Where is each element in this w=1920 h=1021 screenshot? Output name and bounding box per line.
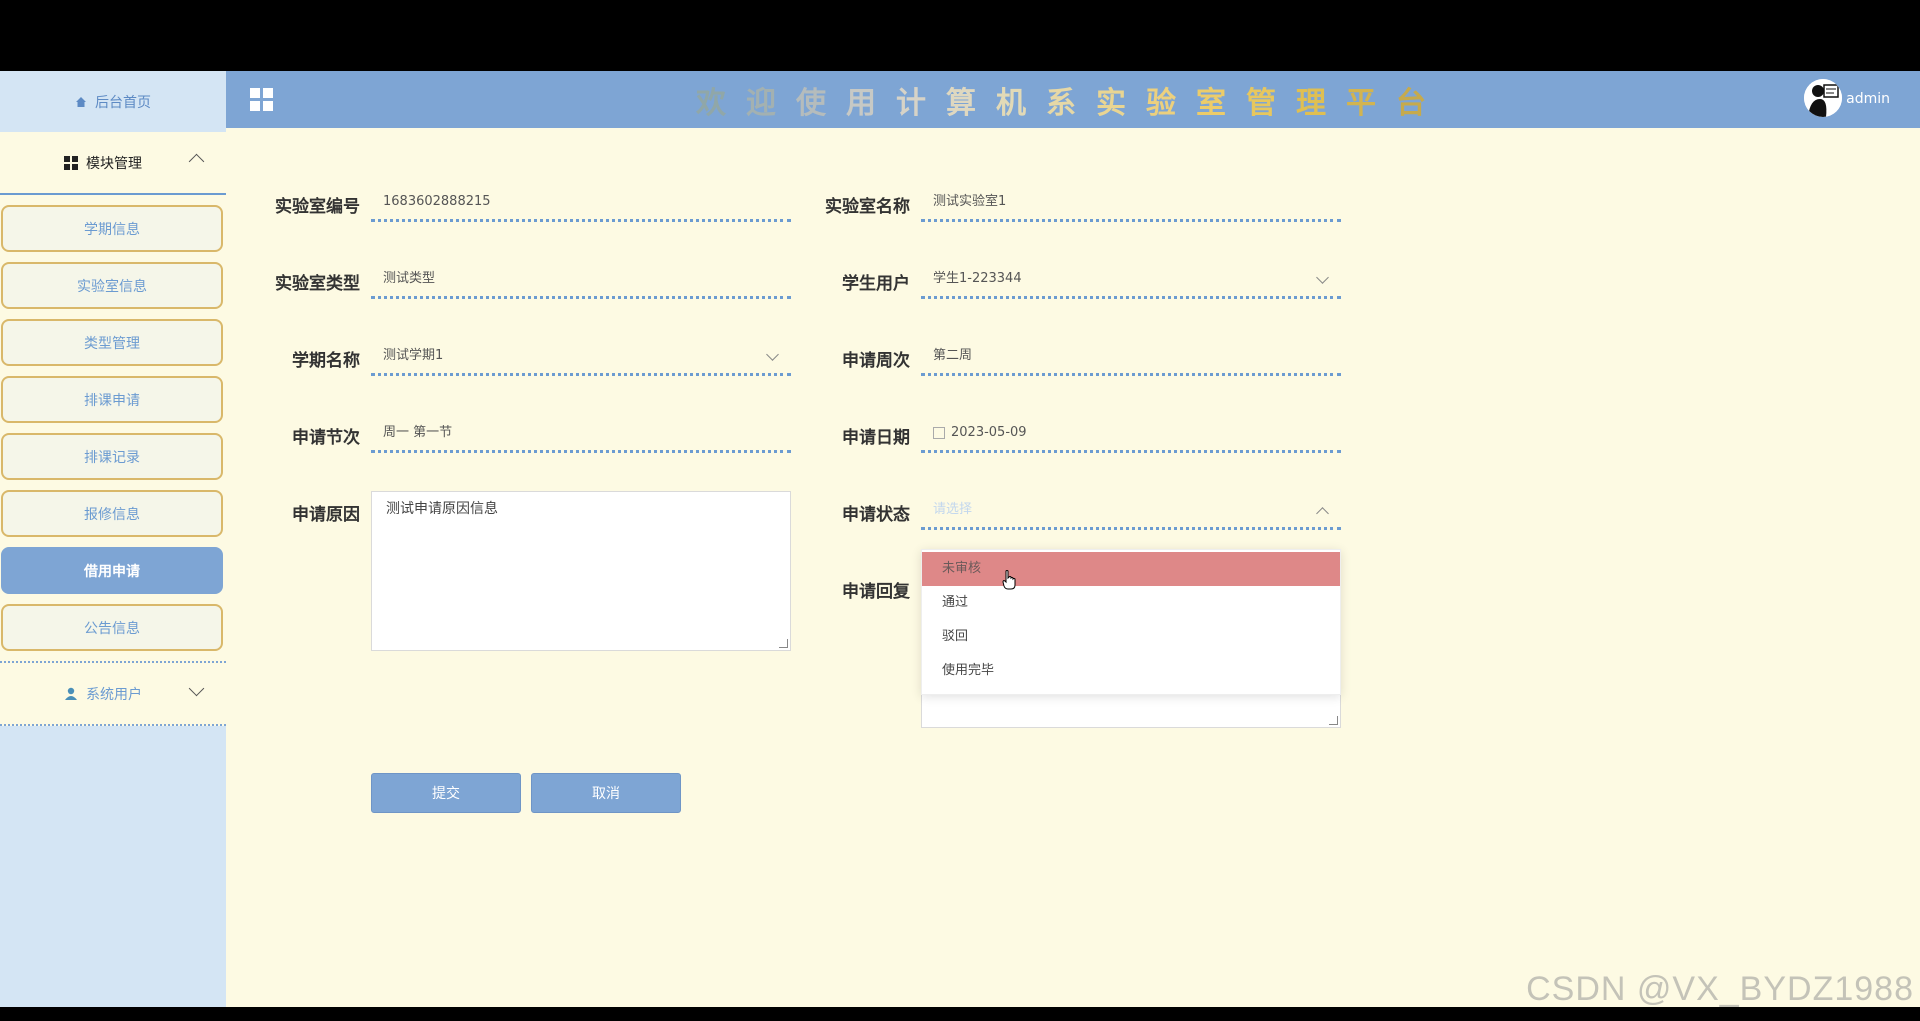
week-value: 第二周 <box>933 348 973 363</box>
reply-label: 申请回复 <box>842 582 910 602</box>
title-char: 平 <box>1346 85 1396 121</box>
title-char: 管 <box>1246 85 1296 121</box>
status-option-pending[interactable]: 未审核 <box>922 552 1340 586</box>
sidebar-item-term[interactable]: 学期信息 <box>1 205 223 252</box>
module-grid-icon <box>64 155 78 170</box>
session-label: 申请节次 <box>292 428 360 448</box>
lab-type-field[interactable]: 测试类型 <box>371 261 791 299</box>
submit-button[interactable]: 提交 <box>371 773 521 813</box>
lab-type-value: 测试类型 <box>383 271 436 286</box>
module-management-label: 模块管理 <box>86 155 142 172</box>
chevron-down-icon <box>766 348 779 361</box>
session-field[interactable]: 周一 第一节 <box>371 415 791 453</box>
calendar-icon <box>933 426 945 439</box>
system-users-label: 系统用户 <box>86 686 142 703</box>
avatar-image <box>1804 79 1842 117</box>
term-select[interactable]: 测试学期1 <box>371 338 791 376</box>
date-picker[interactable]: 2023-05-09 <box>921 415 1341 453</box>
reason-label: 申请原因 <box>292 505 360 525</box>
top-black-bar <box>0 0 1920 71</box>
title-char: 验 <box>1146 85 1196 121</box>
sidebar: 后台首页 模块管理 学期信息 实验室信息 类型管理 排课申请 排课记录 报修信息… <box>0 71 226 1007</box>
term-label: 学期名称 <box>292 351 360 371</box>
sidebar-item-borrow-apply[interactable]: 借用申请 <box>1 547 223 594</box>
home-icon <box>76 96 86 107</box>
status-option-finished[interactable]: 使用完毕 <box>922 654 1340 688</box>
sidebar-item-schedule-apply[interactable]: 排课申请 <box>1 376 223 423</box>
title-char: 迎 <box>746 85 796 121</box>
status-option-approved[interactable]: 通过 <box>922 586 1340 620</box>
module-management-header[interactable]: 模块管理 <box>0 132 226 195</box>
title-char: 算 <box>946 85 996 121</box>
student-select[interactable]: 学生1-223344 <box>921 261 1341 299</box>
hand-cursor-icon <box>1002 570 1016 590</box>
chevron-up-icon <box>1316 507 1329 520</box>
status-dropdown: 未审核 通过 驳回 使用完毕 <box>921 549 1341 695</box>
title-char: 用 <box>846 85 896 121</box>
date-label: 申请日期 <box>842 428 910 448</box>
student-value: 学生1-223344 <box>933 271 1022 286</box>
sidebar-home-label: 后台首页 <box>95 94 151 111</box>
status-label: 申请状态 <box>842 505 910 525</box>
apps-grid-icon[interactable] <box>250 88 273 111</box>
lab-name-field[interactable]: 测试实验室1 <box>921 184 1341 222</box>
user-icon <box>65 687 77 700</box>
module-menu: 学期信息 实验室信息 类型管理 排课申请 排课记录 报修信息 借用申请 公告信息 <box>0 195 226 663</box>
bottom-black-bar <box>0 1007 1920 1021</box>
title-char: 理 <box>1296 85 1346 121</box>
status-select[interactable]: 请选择 <box>921 492 1341 530</box>
week-label: 申请周次 <box>842 351 910 371</box>
title-char: 欢 <box>696 85 746 121</box>
title-char: 计 <box>896 85 946 121</box>
system-users-header[interactable]: 系统用户 <box>0 663 226 726</box>
watermark: CSDN @VX_BYDZ1988 <box>1526 970 1914 1008</box>
lab-name-value: 测试实验室1 <box>933 194 1007 209</box>
reason-textarea[interactable]: 测试申请原因信息 <box>371 491 791 651</box>
lab-name-label: 实验室名称 <box>825 197 910 217</box>
sidebar-item-notice[interactable]: 公告信息 <box>1 604 223 651</box>
sidebar-item-lab[interactable]: 实验室信息 <box>1 262 223 309</box>
session-value: 周一 第一节 <box>383 425 453 440</box>
title-char: 使 <box>796 85 846 121</box>
title-char: 室 <box>1196 85 1246 121</box>
title-char: 系 <box>1046 85 1096 121</box>
username[interactable]: admin <box>1846 91 1890 107</box>
lab-no-field[interactable]: 1683602888215 <box>371 184 791 222</box>
lab-no-value: 1683602888215 <box>383 194 491 209</box>
cancel-button[interactable]: 取消 <box>531 773 681 813</box>
lab-type-label: 实验室类型 <box>275 274 360 294</box>
title-char: 实 <box>1096 85 1146 121</box>
sidebar-item-type[interactable]: 类型管理 <box>1 319 223 366</box>
student-label: 学生用户 <box>842 274 910 294</box>
resize-handle[interactable] <box>779 639 788 648</box>
date-value: 2023-05-09 <box>951 425 1027 440</box>
chevron-down-icon <box>1316 271 1329 284</box>
term-value: 测试学期1 <box>383 348 444 363</box>
chevron-up-icon <box>188 153 205 170</box>
resize-handle[interactable] <box>1329 716 1338 725</box>
top-header: 欢迎使用计算机系实验室管理平台 admin <box>226 71 1920 128</box>
page-title: 欢迎使用计算机系实验室管理平台 <box>696 71 1446 128</box>
reason-value: 测试申请原因信息 <box>386 501 498 517</box>
avatar[interactable] <box>1804 79 1842 117</box>
status-placeholder: 请选择 <box>933 502 973 517</box>
status-option-rejected[interactable]: 驳回 <box>922 620 1340 654</box>
sidebar-item-schedule-record[interactable]: 排课记录 <box>1 433 223 480</box>
week-field[interactable]: 第二周 <box>921 338 1341 376</box>
sidebar-item-home[interactable]: 后台首页 <box>0 71 226 132</box>
lab-no-label: 实验室编号 <box>275 197 360 217</box>
title-char: 台 <box>1396 85 1446 121</box>
chevron-down-icon <box>188 680 205 697</box>
title-char: 机 <box>996 85 1046 121</box>
sidebar-item-repair[interactable]: 报修信息 <box>1 490 223 537</box>
